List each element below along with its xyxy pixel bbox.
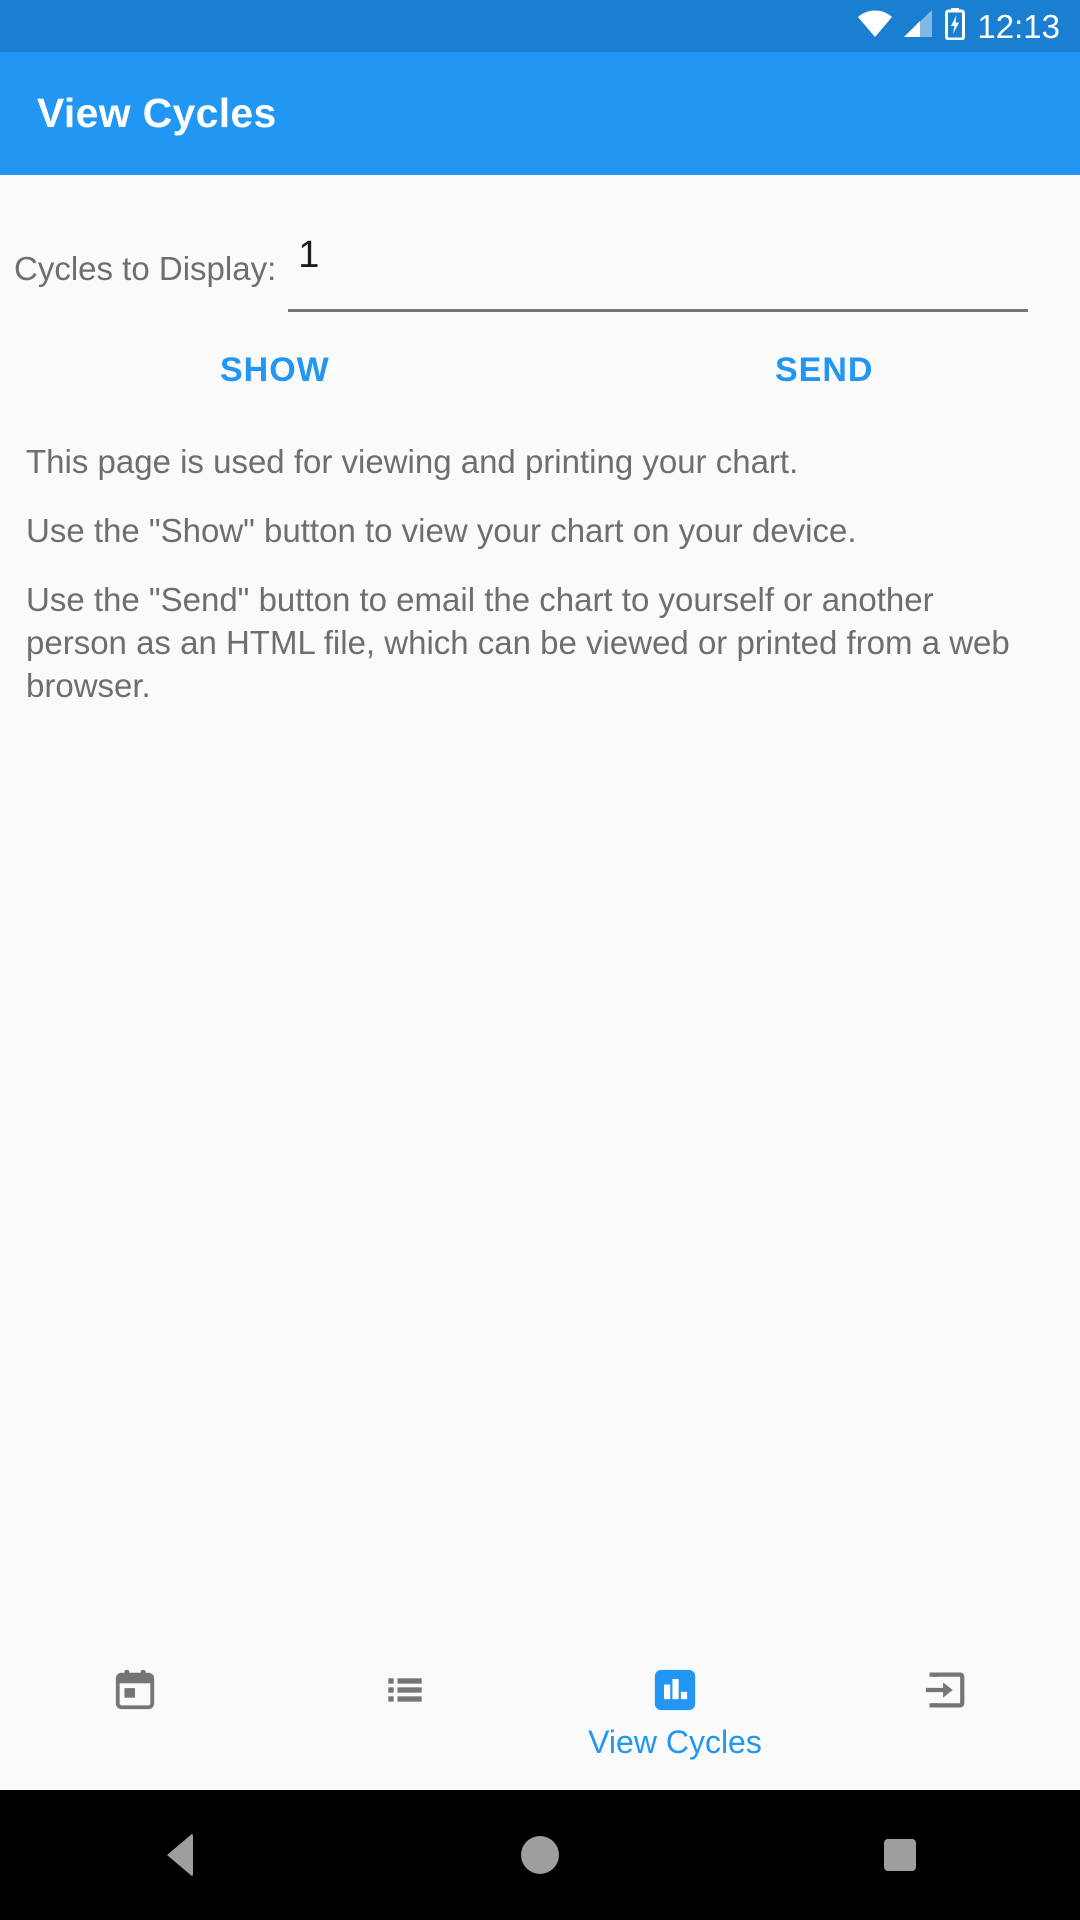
bottom-navigation: View Cycles [0, 1630, 1080, 1790]
calendar-icon [112, 1666, 158, 1714]
nav-item-calendar[interactable] [0, 1630, 270, 1790]
home-circle-icon [521, 1836, 559, 1874]
action-button-row: SHOW SEND [0, 345, 1080, 425]
status-bar-icons [857, 7, 966, 45]
status-bar-clock: 12:13 [977, 7, 1060, 45]
system-back-button[interactable] [0, 1790, 360, 1920]
nav-item-view-cycles[interactable]: View Cycles [540, 1630, 810, 1790]
main-content: Cycles to Display: SHOW SEND This page i… [0, 175, 1080, 1790]
wifi-icon [857, 10, 893, 43]
show-button[interactable]: SHOW [210, 345, 340, 396]
system-recents-button[interactable] [720, 1790, 1080, 1920]
export-login-icon [922, 1666, 968, 1714]
back-triangle-icon [167, 1833, 193, 1877]
system-home-button[interactable] [360, 1790, 720, 1920]
help-paragraph-3: Use the "Send" button to email the chart… [26, 581, 1010, 704]
cycles-to-display-input[interactable] [298, 234, 999, 277]
nav-item-list[interactable] [270, 1630, 540, 1790]
system-navigation-bar [0, 1790, 1080, 1920]
bar-chart-icon [653, 1666, 697, 1714]
cycles-to-display-label: Cycles to Display: [14, 250, 277, 287]
cycles-to-display-field-row: Cycles to Display: [0, 220, 1080, 312]
nav-label-view-cycles: View Cycles [588, 1724, 762, 1760]
help-paragraph-2: Use the "Show" button to view your chart… [26, 512, 857, 549]
app-bar: View Cycles [0, 52, 1080, 175]
list-icon [385, 1666, 425, 1714]
recents-square-icon [884, 1839, 916, 1871]
cellular-signal-icon [903, 9, 935, 43]
help-text-block: This page is used for viewing and printi… [26, 440, 1056, 733]
page-title: View Cycles [37, 90, 277, 136]
send-button[interactable]: SEND [765, 345, 883, 396]
help-paragraph-1: This page is used for viewing and printi… [26, 443, 799, 480]
battery-charging-icon [945, 7, 966, 45]
status-bar: 12:13 [0, 0, 1080, 52]
nav-item-export[interactable] [810, 1630, 1080, 1790]
cycles-to-display-input-wrap[interactable] [288, 220, 1029, 312]
